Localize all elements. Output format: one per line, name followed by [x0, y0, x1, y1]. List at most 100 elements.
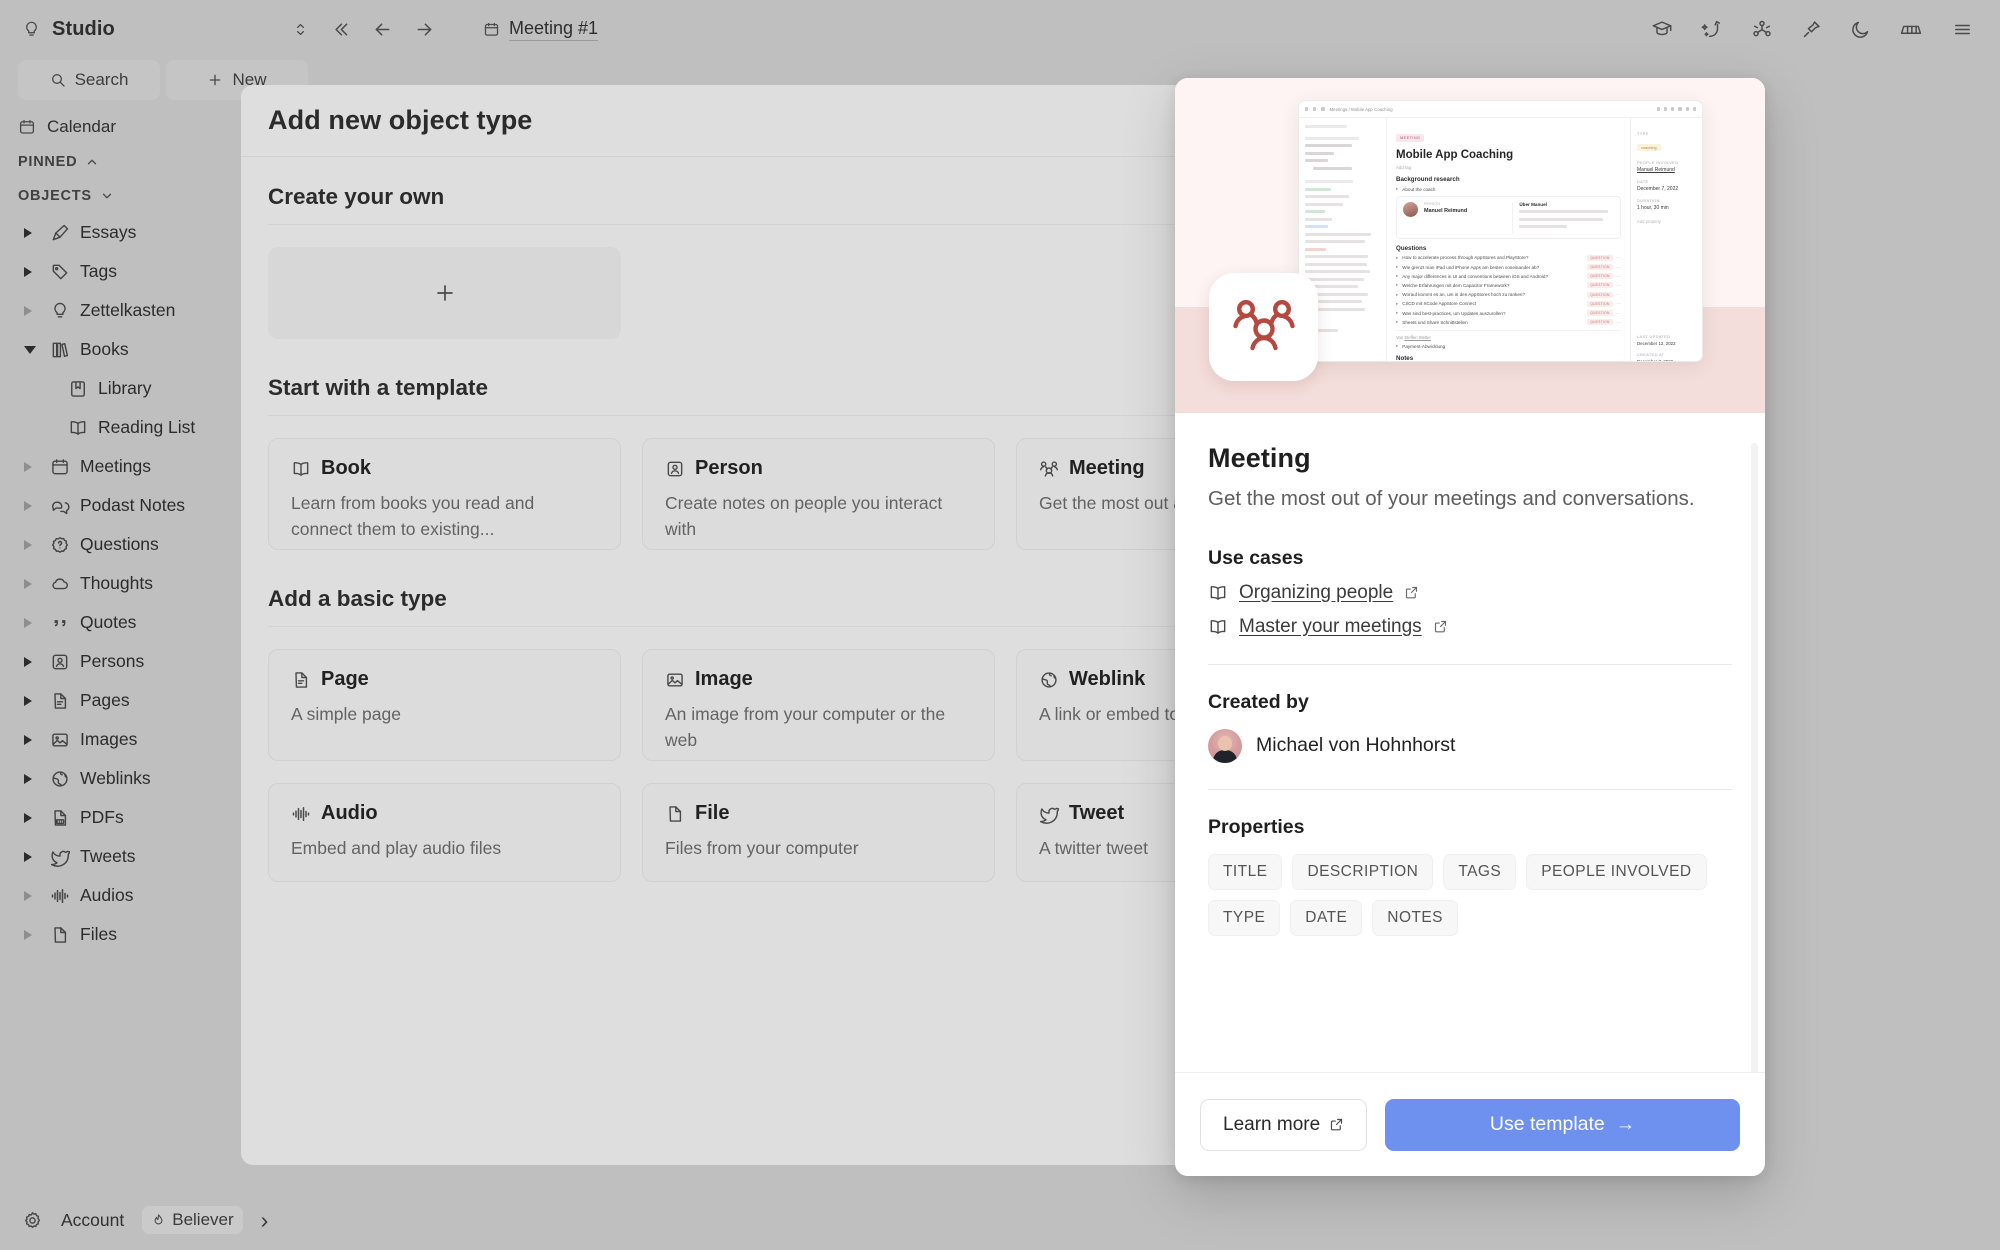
panel-hero: Meetings / Mobile App Coaching	[1175, 78, 1765, 413]
chevron-right-icon[interactable]: ›	[261, 1207, 269, 1234]
sidebar-item-label: Pages	[80, 690, 130, 711]
object-type-card[interactable]: BookLearn from books you read and connec…	[268, 438, 621, 550]
preview-field-label: TYPE	[1637, 131, 1696, 136]
object-type-card[interactable]: PageA simple page	[268, 649, 621, 761]
twisty-toggle[interactable]	[24, 930, 50, 940]
property-chip[interactable]: TAGS	[1443, 854, 1516, 890]
property-chip[interactable]: NOTES	[1372, 900, 1458, 936]
account-label[interactable]: Account	[61, 1210, 124, 1231]
tag-icon	[50, 262, 80, 282]
back-arrow-icon[interactable]	[372, 19, 393, 40]
graph-network-icon[interactable]	[1751, 18, 1773, 40]
magic-wand-icon[interactable]	[1701, 18, 1723, 40]
gear-icon[interactable]	[22, 1210, 43, 1231]
object-type-card[interactable]: ImageAn image from your computer or the …	[642, 649, 995, 761]
hamburger-menu-icon[interactable]	[1951, 20, 1974, 39]
twisty-toggle[interactable]	[24, 735, 50, 745]
property-chip[interactable]: TYPE	[1208, 900, 1280, 936]
panel-scroll-area[interactable]: Meeting Get the most out of your meeting…	[1175, 413, 1765, 1072]
open-book-icon	[291, 459, 311, 479]
calendar-icon	[18, 118, 36, 136]
expand-collapse-icon[interactable]	[292, 20, 309, 39]
preview-list-item: About the coach	[1402, 187, 1621, 192]
plan-badge[interactable]: Believer	[142, 1206, 242, 1234]
sidebar-item-label: Quotes	[80, 612, 136, 633]
twisty-toggle[interactable]	[24, 579, 50, 589]
creator-row: Michael von Hohnhorst	[1208, 729, 1732, 763]
preview-field-label: DATE	[1637, 179, 1696, 184]
person-frame-icon	[665, 459, 685, 479]
use-case-link[interactable]: Master your meetings	[1239, 616, 1422, 638]
twisty-toggle[interactable]	[24, 852, 50, 862]
chevron-up-icon	[85, 155, 99, 169]
chevron-down-icon	[100, 189, 114, 203]
property-chip[interactable]: DATE	[1290, 900, 1362, 936]
sidebar-item-label: Audios	[80, 885, 134, 906]
pen-nib-icon	[50, 223, 80, 243]
preview-section-heading: Notes	[1396, 355, 1621, 362]
calendar-icon	[50, 457, 80, 477]
twisty-toggle[interactable]	[24, 813, 50, 823]
image-icon	[50, 730, 80, 750]
waveform-icon	[291, 804, 311, 824]
forward-arrow-icon[interactable]	[414, 19, 435, 40]
object-type-card[interactable]: FileFiles from your computer	[642, 783, 995, 882]
brand[interactable]: Studio	[0, 18, 250, 41]
property-chip[interactable]: DESCRIPTION	[1292, 854, 1433, 890]
use-case-link-row[interactable]: Organizing people	[1208, 582, 1732, 604]
create-your-own-tile[interactable]	[268, 247, 621, 339]
twisty-toggle[interactable]	[24, 228, 50, 238]
collapse-sidebar-icon[interactable]	[330, 19, 351, 40]
bulb-icon	[22, 20, 41, 39]
object-type-card[interactable]: PersonCreate notes on people you interac…	[642, 438, 995, 550]
template-detail-panel: Meetings / Mobile App Coaching	[1175, 78, 1765, 1176]
preview-list-item: ▸Worauf kommt es an, um in den AppStores…	[1396, 292, 1621, 298]
twisty-toggle[interactable]	[24, 501, 50, 511]
learn-more-button[interactable]: Learn more	[1200, 1099, 1367, 1151]
property-chip-list: TITLE DESCRIPTION TAGS PEOPLE INVOLVED TYPE D…	[1208, 854, 1732, 936]
twisty-toggle[interactable]	[24, 306, 50, 316]
app-root: Studio Meeting #1	[0, 0, 2000, 1250]
card-description: Create notes on people you interact with	[665, 490, 972, 543]
document-breadcrumb[interactable]: Meeting #1	[483, 18, 598, 41]
library-icon[interactable]	[1899, 19, 1923, 39]
sidebar-item-label: Images	[80, 729, 137, 750]
twitter-bird-icon	[1039, 804, 1059, 824]
twisty-toggle[interactable]	[24, 696, 50, 706]
search-button[interactable]: Search	[18, 60, 160, 100]
dialog-title: Add new object type	[268, 105, 532, 136]
card-title: Book	[321, 457, 371, 480]
graduation-cap-icon[interactable]	[1651, 18, 1673, 40]
waveform-icon	[50, 886, 80, 906]
preview-field-label: PEOPLE INVOLVED	[1637, 160, 1696, 165]
use-case-link[interactable]: Organizing people	[1239, 582, 1393, 604]
twisty-toggle[interactable]	[24, 462, 50, 472]
twisty-toggle[interactable]	[24, 618, 50, 628]
pin-icon[interactable]	[1801, 19, 1822, 40]
object-type-card[interactable]: AudioEmbed and play audio files	[268, 783, 621, 882]
preview-breadcrumb: Meetings / Mobile App Coaching	[1330, 107, 1393, 112]
external-link-icon	[1404, 585, 1419, 600]
twisty-toggle[interactable]	[24, 891, 50, 901]
property-chip[interactable]: PEOPLE INVOLVED	[1526, 854, 1706, 890]
external-link-icon	[1433, 619, 1448, 634]
use-template-button[interactable]: Use template →	[1385, 1099, 1740, 1151]
twisty-toggle[interactable]	[24, 346, 50, 354]
moon-icon[interactable]	[1850, 19, 1871, 40]
page-icon	[291, 670, 311, 690]
twisty-toggle[interactable]	[24, 267, 50, 277]
property-chip[interactable]: TITLE	[1208, 854, 1282, 890]
preview-question-list: ▸How to accelerate process through AppSt…	[1396, 255, 1621, 325]
right-arrow-icon: →	[1616, 1113, 1636, 1136]
twisty-toggle[interactable]	[24, 774, 50, 784]
twisty-toggle[interactable]	[24, 657, 50, 667]
use-case-link-row[interactable]: Master your meetings	[1208, 616, 1732, 638]
twisty-toggle[interactable]	[24, 540, 50, 550]
search-button-label: Search	[75, 70, 129, 90]
quote-marks-icon	[50, 613, 80, 633]
open-book-icon	[68, 418, 98, 438]
card-title: Tweet	[1069, 802, 1124, 825]
sidebar-item-label: PDFs	[80, 807, 124, 828]
panel-scrollbar[interactable]	[1751, 443, 1758, 1072]
globe-icon	[50, 769, 80, 789]
